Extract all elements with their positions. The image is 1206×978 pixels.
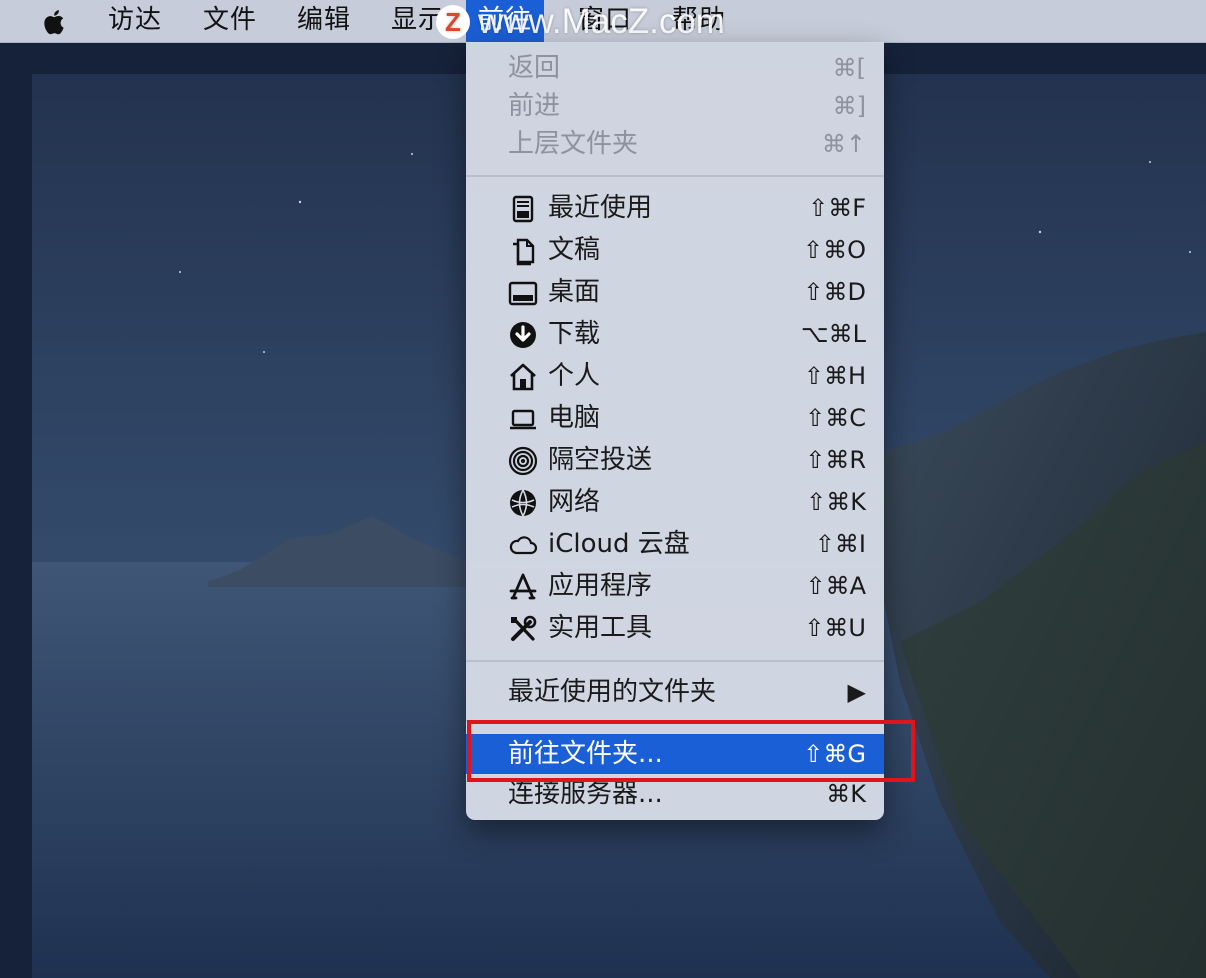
- menu-item-shortcut: ⌘↑: [821, 130, 866, 158]
- menu-item-label: 返回: [508, 53, 561, 83]
- menu-item-forward: 前进 ⌘]: [466, 86, 884, 126]
- watermark: Zwww.MacZ.com: [436, 3, 725, 41]
- menu-item-airdrop[interactable]: 隔空投送 ⇧⌘R: [466, 440, 884, 480]
- go-menu-dropdown: 返回 ⌘[ 前进 ⌘] 上层文件夹 ⌘↑ 最近使用 ⇧⌘F 文稿 ⇧⌘O 桌面 …: [466, 42, 884, 820]
- downloads-icon: [508, 320, 538, 350]
- menu-item-home[interactable]: 个人 ⇧⌘H: [466, 356, 884, 396]
- menu-item-label: 网络: [548, 487, 601, 517]
- network-icon: [508, 488, 538, 518]
- airdrop-icon: [508, 446, 538, 476]
- menu-item-label: 应用程序: [548, 571, 653, 601]
- menu-item-label: 桌面: [548, 277, 601, 307]
- menu-item-recent-folders[interactable]: 最近使用的文件夹 ▶: [466, 672, 884, 712]
- submenu-arrow-icon: ▶: [847, 678, 866, 706]
- menu-item-label: 最近使用的文件夹: [508, 677, 717, 707]
- menu-item-shortcut: ⌥⌘L: [800, 320, 866, 348]
- menu-item-shortcut: ⇧⌘C: [805, 404, 866, 432]
- menu-finder[interactable]: 访达: [108, 0, 162, 42]
- menu-file[interactable]: 文件: [203, 0, 257, 42]
- menu-item-label: 文稿: [548, 235, 601, 265]
- menu-item-label: 实用工具: [548, 613, 653, 643]
- icloud-icon: [508, 530, 538, 560]
- menu-item-desktop[interactable]: 桌面 ⇧⌘D: [466, 272, 884, 312]
- menu-item-shortcut: ⇧⌘I: [814, 530, 866, 558]
- applications-icon: [508, 572, 538, 602]
- menu-item-shortcut: ⇧⌘R: [805, 446, 866, 474]
- menu-item-label: 电脑: [548, 403, 601, 433]
- menu-item-shortcut: ⇧⌘O: [803, 236, 866, 264]
- apple-logo-icon[interactable]: [40, 7, 70, 37]
- watermark-logo-icon: Z: [436, 5, 470, 39]
- menu-item-applications[interactable]: 应用程序 ⇧⌘A: [466, 566, 884, 606]
- computer-icon: [508, 404, 538, 434]
- desktop-icon: [508, 278, 538, 308]
- menu-item-shortcut: ⇧⌘H: [803, 362, 866, 390]
- menu-item-enclosing-folder: 上层文件夹 ⌘↑: [466, 124, 884, 164]
- utilities-icon: [508, 614, 538, 644]
- menu-item-icloud-drive[interactable]: iCloud 云盘 ⇧⌘I: [466, 524, 884, 564]
- home-icon: [508, 362, 538, 392]
- menu-item-shortcut: ⇧⌘F: [808, 194, 866, 222]
- annotation-highlight-box: [467, 720, 915, 782]
- menu-item-label: 下载: [548, 319, 601, 349]
- menu-item-shortcut: ⌘[: [832, 54, 866, 82]
- menu-item-label: iCloud 云盘: [548, 529, 690, 559]
- menu-item-label: 最近使用: [548, 193, 653, 223]
- documents-icon: [508, 236, 538, 266]
- menu-separator: [466, 660, 884, 662]
- menu-item-downloads[interactable]: 下载 ⌥⌘L: [466, 314, 884, 354]
- watermark-text: www.MacZ.com: [478, 2, 725, 41]
- menu-item-computer[interactable]: 电脑 ⇧⌘C: [466, 398, 884, 438]
- menu-item-shortcut: ⌘]: [832, 92, 866, 120]
- menu-item-label: 前进: [508, 91, 561, 121]
- recents-icon: [508, 194, 538, 224]
- menu-item-shortcut: ⇧⌘A: [805, 572, 866, 600]
- menu-item-label: 个人: [548, 361, 601, 391]
- menu-item-shortcut: ⇧⌘D: [803, 278, 866, 306]
- menu-item-utilities[interactable]: 实用工具 ⇧⌘U: [466, 608, 884, 648]
- menu-item-recents[interactable]: 最近使用 ⇧⌘F: [466, 188, 884, 228]
- menu-item-back: 返回 ⌘[: [466, 48, 884, 88]
- menu-item-shortcut: ⇧⌘K: [806, 488, 866, 516]
- menu-item-documents[interactable]: 文稿 ⇧⌘O: [466, 230, 884, 270]
- menu-item-network[interactable]: 网络 ⇧⌘K: [466, 482, 884, 522]
- menu-edit[interactable]: 编辑: [297, 0, 351, 42]
- menu-item-label: 上层文件夹: [508, 129, 639, 159]
- menu-item-shortcut: ⇧⌘U: [804, 614, 866, 642]
- menu-separator: [466, 175, 884, 177]
- menu-item-label: 隔空投送: [548, 445, 653, 475]
